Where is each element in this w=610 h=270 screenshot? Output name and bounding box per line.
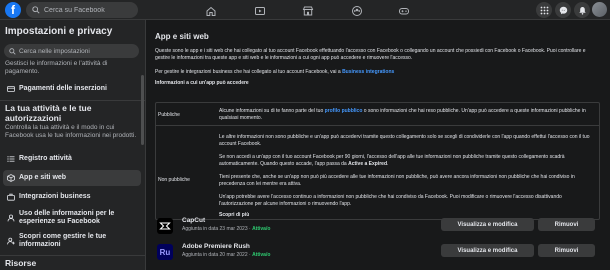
facebook-search-box[interactable] — [26, 2, 138, 18]
app-name: CapCut — [182, 217, 206, 224]
nonpublic-text-2: Se non accedi a un'app con il tuo accoun… — [219, 154, 565, 167]
search-icon — [32, 6, 40, 14]
nonpublic-text: Se non accedi a un'app con il tuo accoun… — [219, 154, 565, 167]
menu-grid-icon[interactable] — [536, 2, 552, 18]
app-row-capcut: CapCut Aggiunta in data 23 mar 2023 · At… — [155, 215, 600, 237]
sidebar-item-info-usage[interactable]: Uso delle informazioni per le esperienze… — [3, 208, 141, 228]
sidebar-item-label: Registro attività — [19, 155, 72, 162]
sidebar-scrollbar[interactable] — [141, 75, 144, 145]
app-name: Adobe Premiere Rush — [182, 243, 250, 250]
user-plus-icon — [7, 237, 15, 245]
access-info-table: Pubbliche Alcune informazioni su di te f… — [155, 102, 600, 220]
facebook-logo-icon[interactable]: f — [5, 2, 21, 18]
main-content: App e siti web Queste sono le app e i si… — [146, 20, 610, 270]
app-added-date: Aggiunta in data 23 mar 2023 · Attiva/o — [182, 226, 271, 232]
groups-icon[interactable] — [351, 4, 363, 16]
public-label: Pubbliche — [158, 112, 180, 118]
business-integrations-link[interactable]: Business integrations — [342, 69, 394, 75]
search-icon — [9, 47, 16, 55]
divider — [0, 255, 145, 256]
capcut-icon — [157, 218, 173, 234]
sidebar-item-label: App e siti web — [19, 174, 67, 181]
marketplace-icon[interactable] — [302, 4, 314, 16]
video-icon[interactable] — [254, 4, 266, 16]
sidebar-item-label: Integrazioni business — [19, 193, 91, 200]
settings-search-box[interactable] — [4, 44, 139, 58]
business-integrations-text: Per gestire le integrazioni business che… — [155, 69, 600, 76]
bell-icon[interactable] — [574, 2, 590, 18]
divider — [156, 125, 599, 126]
public-info-text: Alcune informazioni su di te fanno parte… — [219, 108, 594, 121]
nonpublic-label: Non pubbliche — [158, 177, 190, 183]
settings-sidebar: Impostazioni e privacy Gestisci le infor… — [0, 20, 146, 270]
status-change-text: Active a Expired — [348, 160, 388, 167]
gaming-icon[interactable] — [398, 4, 410, 16]
facebook-search-input[interactable] — [44, 6, 134, 14]
access-heading: Informazioni a cui un'app può accedere — [155, 80, 249, 86]
home-icon[interactable] — [205, 4, 217, 16]
public-profile-link[interactable]: profilo pubblico — [325, 108, 363, 114]
added-date: Aggiunta in data 23 mar 2023 — [182, 226, 248, 232]
page-title: App e siti web — [155, 32, 209, 41]
section-description: Gestisci le informazioni e l'attività di… — [5, 60, 108, 75]
nonpublic-text-4: Un'app potrebbe avere l'accesso continuo… — [219, 194, 562, 207]
sidebar-title: Impostazioni e privacy — [5, 26, 113, 37]
divider — [0, 100, 145, 101]
view-edit-button[interactable]: Visualizza e modifica — [441, 218, 534, 231]
remove-button[interactable]: Rimuovi — [538, 244, 595, 257]
user-icon — [7, 214, 15, 222]
intro-text: Queste sono le app e i siti web che hai … — [155, 48, 586, 61]
list-icon — [7, 156, 15, 162]
nonpublic-text-1: Le altre informazioni non sono pubbliche… — [219, 134, 590, 147]
sidebar-item-label: Scopri come gestire le tue informazioni — [19, 233, 107, 248]
messenger-icon[interactable] — [555, 2, 571, 18]
sidebar-item-activity-log[interactable]: Registro attività — [3, 152, 141, 166]
section-title-resources: Risorse — [5, 258, 37, 268]
sidebar-item-ad-payments[interactable]: Pagamenti delle inserzioni — [3, 82, 141, 96]
sidebar-item-manage-info[interactable]: Scopri come gestire le tue informazioni — [3, 231, 141, 251]
avatar[interactable] — [592, 2, 607, 17]
box-icon — [7, 174, 15, 182]
status-badge: Attiva/o — [252, 252, 271, 258]
sidebar-item-label: Uso delle informazioni per le esperienze… — [19, 210, 115, 225]
sidebar-item-apps-websites[interactable]: App e siti web — [3, 170, 141, 186]
payment-icon — [7, 86, 15, 92]
public-text: Alcune informazioni su di te fanno parte… — [219, 108, 324, 114]
settings-search-input[interactable] — [19, 47, 129, 55]
sidebar-item-label: Pagamenti delle inserzioni — [19, 85, 107, 92]
briefcase-icon — [7, 193, 15, 201]
app-added-date: Aggiunta in data 20 mar 2022 · Attiva/o — [182, 252, 271, 258]
business-text: Per gestire le integrazioni business che… — [155, 69, 341, 75]
section-title: La tua attività e le tue autorizzazioni — [5, 103, 92, 123]
added-date: Aggiunta in data 20 mar 2022 — [182, 252, 248, 258]
sidebar-item-business-integrations[interactable]: Integrazioni business — [3, 190, 141, 204]
app-row-premiere-rush: Ru Adobe Premiere Rush Aggiunta in data … — [155, 241, 600, 263]
remove-button[interactable]: Rimuovi — [538, 218, 595, 231]
top-navigation-bar: f — [0, 0, 610, 20]
premiere-rush-icon: Ru — [157, 244, 173, 260]
view-edit-button[interactable]: Visualizza e modifica — [441, 244, 534, 257]
section-description: Controlla la tua attività e il modo in c… — [5, 124, 137, 139]
status-badge: Attiva/o — [252, 226, 271, 232]
nonpublic-text-3: Tieni presente che, anche se un'app non … — [219, 174, 575, 187]
